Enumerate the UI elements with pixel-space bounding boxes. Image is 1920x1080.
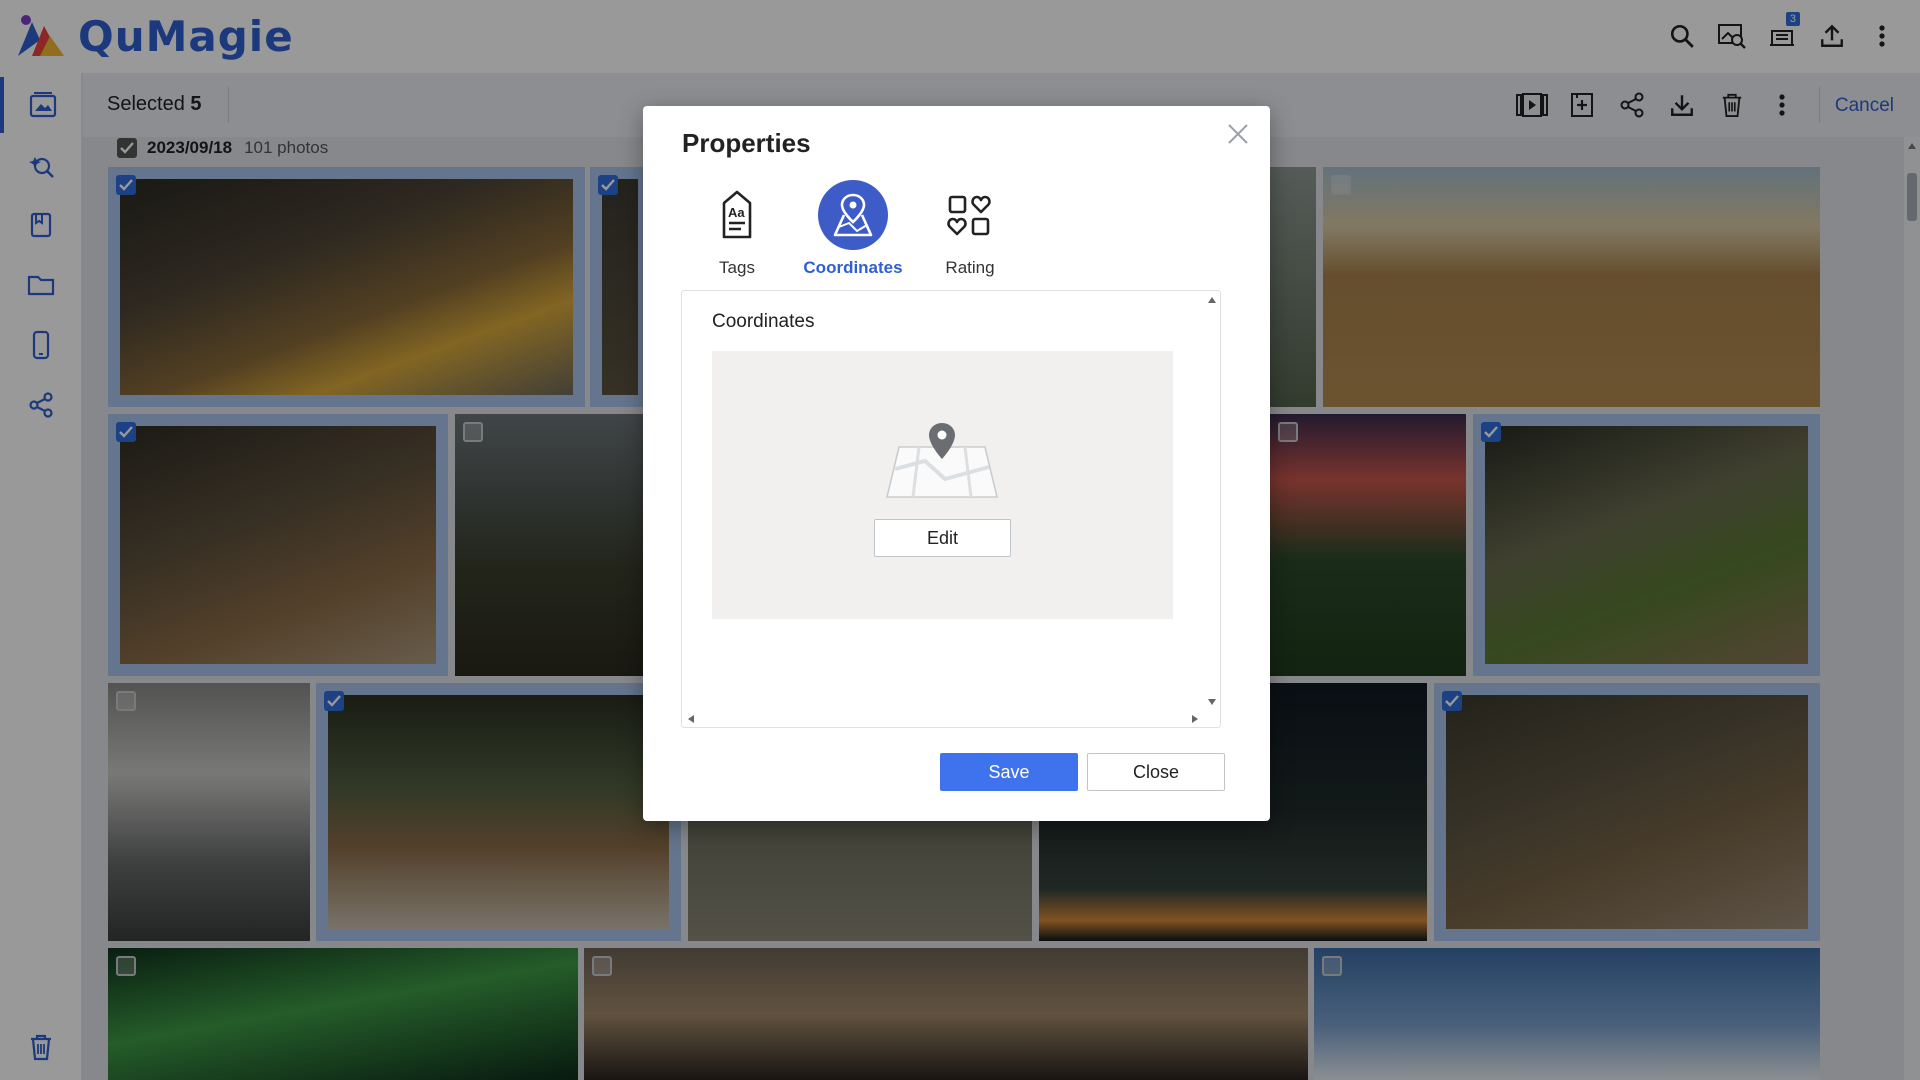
tab-coordinates[interactable]: Coordinates: [798, 180, 908, 280]
map-pin-icon: [818, 180, 888, 250]
app-window: QuMagie 3 Selected 5 Cancel 2023/09/18 1…: [0, 0, 1920, 1080]
panel-vertical-scrollbar[interactable]: [1204, 291, 1220, 711]
tag-icon: Aa: [702, 180, 772, 250]
rating-icon: [935, 180, 1005, 250]
close-icon[interactable]: [1224, 120, 1252, 148]
save-button[interactable]: Save: [940, 753, 1078, 791]
panel-horizontal-scrollbar[interactable]: [682, 711, 1204, 727]
properties-dialog: Properties Aa Tags Coordinates Rating Co…: [643, 106, 1270, 821]
tab-rating[interactable]: Rating: [915, 180, 1025, 280]
coordinates-panel: Coordinates Edit: [681, 290, 1221, 728]
tab-label: Rating: [945, 258, 995, 277]
edit-coordinates-button[interactable]: Edit: [874, 519, 1011, 557]
dialog-title: Properties: [682, 128, 811, 158]
close-button[interactable]: Close: [1087, 753, 1225, 791]
map-placeholder: Edit: [712, 351, 1173, 619]
svg-text:Aa: Aa: [728, 205, 745, 220]
tab-tags[interactable]: Aa Tags: [682, 180, 792, 280]
section-label: Coordinates: [712, 311, 815, 332]
tab-label: Tags: [719, 258, 755, 277]
map-illustration-icon: [885, 423, 999, 498]
tab-label: Coordinates: [803, 258, 903, 277]
